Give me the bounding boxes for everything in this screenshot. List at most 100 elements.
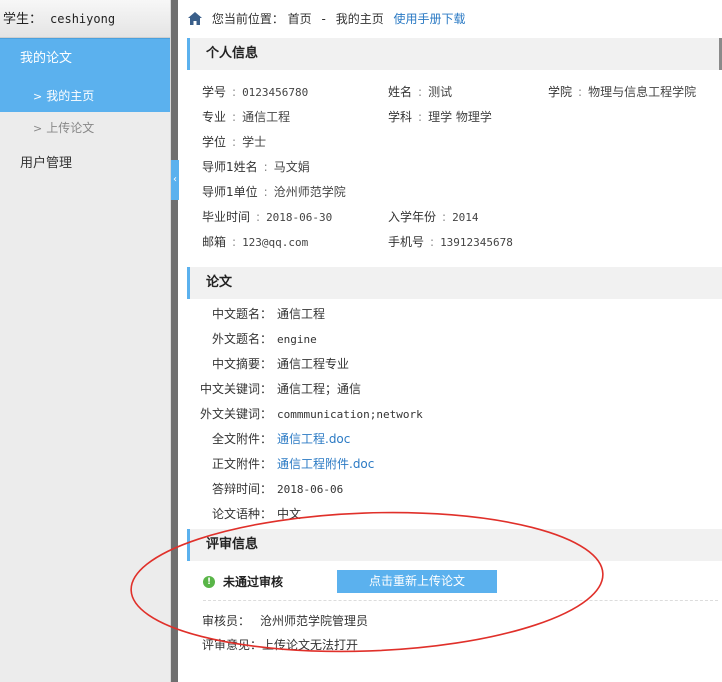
sidebar: 学生： ceshiyong 我的论文 > 我的主页 > 上传论文 用户管理	[0, 0, 171, 682]
paper-row-label: 中文题名：	[211, 307, 272, 321]
paper-row-value: 通信工程专业	[277, 357, 350, 371]
student-label: 学生：	[3, 12, 43, 27]
reviewer-label: 审核员：	[202, 614, 251, 628]
review-comment-label: 评审意见：	[202, 638, 263, 652]
student-name: ceshiyong	[50, 12, 116, 26]
paper-row: 正文附件： 通信工程附件.doc	[187, 452, 722, 477]
paper-info-list: 中文题名： 通信工程 外文题名： engine 中文摘要： 通信工程专业 中文关键词： 通信工…	[187, 302, 722, 527]
paper-row-value: 2018-06-06	[277, 483, 344, 496]
enroll-year-field: 入学年份:2014	[388, 205, 479, 230]
degree-value: 学士	[242, 135, 267, 149]
enroll-year-label: 入学年份	[388, 210, 437, 224]
breadcrumb-label: 您当前位置：	[211, 12, 284, 26]
degree-label: 学位	[202, 135, 227, 149]
student-no-value: 0123456780	[242, 86, 309, 99]
nav-my-home-label: 我的主页	[46, 89, 95, 103]
advisor-unit-value: 沧州师范学院	[273, 185, 346, 199]
nav-user-management[interactable]: 用户管理	[0, 144, 170, 186]
attachment-link[interactable]: 通信工程附件.doc	[277, 452, 374, 477]
grad-time-value: 2018-06-30	[266, 211, 333, 224]
paper-row-label: 外文关键词：	[199, 407, 272, 421]
paper-row-label: 答辩时间：	[211, 482, 272, 496]
breadcrumb-separator: -	[321, 12, 326, 26]
colon: :	[430, 235, 435, 249]
attachment-link[interactable]: 通信工程.doc	[277, 427, 350, 452]
college-value: 物理与信息工程学院	[588, 85, 697, 99]
name-label: 姓名	[388, 85, 413, 99]
email-value: 123@qq.com	[242, 236, 309, 249]
colon: :	[263, 160, 268, 174]
reviewer-value: 沧州师范学院管理员	[260, 614, 369, 628]
breadcrumb: 您当前位置： 首页 - 我的主页 使用手册下载	[178, 0, 722, 38]
paper-header: 论文	[187, 267, 722, 299]
chevron-right-icon: >	[33, 122, 43, 135]
advisor-name-value: 马文娟	[273, 160, 310, 174]
enroll-year-value: 2014	[452, 211, 479, 224]
review-title: 评审信息	[206, 537, 259, 552]
subject-label: 学科	[388, 110, 413, 124]
chevron-right-icon: >	[33, 90, 43, 103]
reupload-thesis-button[interactable]: 点击重新上传论文	[337, 570, 497, 593]
colon: :	[232, 235, 237, 249]
info-row: 邮箱:123@qq.com 手机号:13912345678	[187, 230, 722, 255]
paper-row: 论文语种： 中文	[187, 502, 722, 527]
home-icon	[188, 12, 202, 25]
paper-row-label: 外文题名：	[211, 332, 272, 346]
personal-info-header: 个人信息	[187, 38, 722, 70]
info-row: 学号:0123456780 姓名: 测试 学院: 物理与信息工程学院	[187, 80, 722, 105]
paper-row-value: 通信工程	[277, 307, 326, 321]
review-header: 评审信息	[187, 529, 722, 561]
major-field: 专业: 通信工程	[202, 105, 290, 130]
student-no-field: 学号:0123456780	[202, 80, 308, 105]
nav-my-thesis[interactable]: 我的论文	[0, 38, 170, 80]
paper-row-value: 中文	[277, 507, 302, 521]
paper-row: 外文题名： engine	[187, 327, 722, 352]
paper-row: 中文关键词： 通信工程；通信	[187, 377, 722, 402]
info-row: 导师1单位: 沧州师范学院	[187, 180, 722, 205]
email-label: 邮箱	[202, 235, 227, 249]
colon: :	[263, 185, 268, 199]
advisor-unit-label: 导师1单位	[202, 185, 258, 199]
review-comment-value: 上传论文无法打开	[262, 638, 359, 652]
breadcrumb-current: 我的主页	[335, 12, 384, 26]
sidebar-divider	[171, 0, 178, 682]
review-comment-row: 评审意见：上传论文无法打开	[202, 633, 722, 657]
college-field: 学院: 物理与信息工程学院	[548, 80, 696, 105]
phone-value: 13912345678	[440, 236, 513, 249]
advisor-name-field: 导师1姓名: 马文娟	[202, 155, 310, 180]
paper-row-value: engine	[277, 333, 317, 346]
info-row: 学位: 学士	[187, 130, 722, 155]
info-row: 专业: 通信工程 学科: 理学 物理学	[187, 105, 722, 130]
nav-upload-thesis-label: 上传论文	[46, 121, 95, 135]
paper-row: 外文关键词： commmunication;network	[187, 402, 722, 427]
paper-row: 中文题名： 通信工程	[187, 302, 722, 327]
colon: :	[442, 210, 447, 224]
colon: :	[232, 135, 237, 149]
review-status-text: 未通过审核	[223, 575, 284, 589]
grad-time-label: 毕业时间	[202, 210, 251, 224]
email-field: 邮箱:123@qq.com	[202, 230, 308, 255]
subject-value: 理学 物理学	[428, 110, 492, 124]
paper-row-value: 通信工程；通信	[277, 382, 362, 396]
personal-info-title: 个人信息	[206, 46, 259, 61]
breadcrumb-home[interactable]: 首页	[288, 12, 312, 26]
paper-title: 论文	[206, 275, 233, 290]
colon: :	[232, 110, 237, 124]
paper-row: 全文附件： 通信工程.doc	[187, 427, 722, 452]
main-content: 您当前位置： 首页 - 我的主页 使用手册下载 个人信息 学号:01234567…	[178, 0, 722, 682]
nav-upload-thesis[interactable]: > 上传论文	[0, 112, 170, 144]
paper-row-label: 全文附件：	[211, 432, 272, 446]
student-info-bar: 学生： ceshiyong	[0, 0, 170, 38]
paper-row: 中文摘要： 通信工程专业	[187, 352, 722, 377]
review-status-row: ! 未通过审核 点击重新上传论文	[203, 561, 718, 601]
name-value: 测试	[428, 85, 453, 99]
paper-row-label: 正文附件：	[211, 457, 272, 471]
manual-download-link[interactable]: 使用手册下载	[394, 12, 466, 26]
major-label: 专业	[202, 110, 227, 124]
paper-row: 答辩时间： 2018-06-06	[187, 477, 722, 502]
nav-my-home[interactable]: > 我的主页	[0, 80, 170, 112]
personal-info-grid: 学号:0123456780 姓名: 测试 学院: 物理与信息工程学院 专业: 通信工程…	[187, 80, 722, 255]
reviewer-row: 审核员： 沧州师范学院管理员	[202, 609, 722, 633]
advisor-unit-field: 导师1单位: 沧州师范学院	[202, 180, 346, 205]
colon: :	[418, 85, 423, 99]
